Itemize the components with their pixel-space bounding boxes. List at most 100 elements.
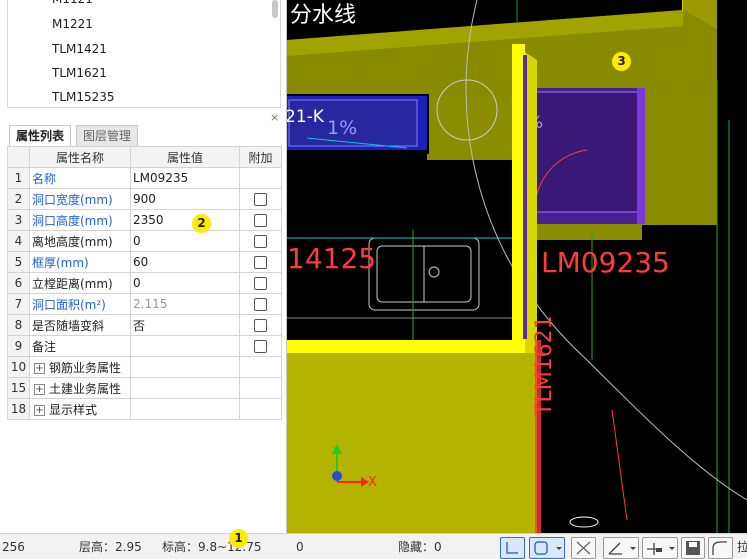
extra-checkbox[interactable] — [254, 193, 267, 206]
group-label: 显示样式 — [49, 402, 98, 417]
extra-cell — [239, 272, 282, 294]
status-tail: 拉 — [737, 540, 747, 554]
marker-1: 1 — [229, 529, 248, 548]
extra-checkbox[interactable] — [254, 277, 267, 290]
tab-properties[interactable]: 属性列表 — [9, 125, 72, 148]
table-row[interactable]: 8 是否随墙变斜否 — [7, 314, 282, 336]
zero-count: 0 — [296, 540, 304, 554]
property-value[interactable]: 否 — [130, 314, 240, 336]
snap-toggle[interactable] — [529, 537, 565, 559]
table-row[interactable]: 7 洞口面积(m²) 2.115 — [7, 293, 282, 315]
row-number: 10 — [7, 356, 30, 378]
lower-slab[interactable] — [287, 353, 537, 533]
top-text: 分水线 — [290, 3, 356, 28]
ortho-toggle[interactable] — [500, 537, 525, 559]
list-item[interactable]: TLM15235 — [52, 86, 115, 107]
save-toggle[interactable] — [681, 537, 705, 559]
extra-checkbox[interactable] — [254, 298, 267, 311]
property-grid: 属性名称 属性值 附加 1 名称 LM09235 2 洞口宽度(mm) 900 3 洞口高度(… — [7, 146, 282, 420]
expand-icon[interactable]: + — [34, 404, 45, 416]
selected-wall-horizontal[interactable] — [287, 340, 525, 353]
property-value[interactable] — [130, 356, 240, 378]
row-number: 3 — [7, 209, 30, 231]
axis-y-label: Y — [332, 446, 340, 457]
extra-checkbox[interactable] — [254, 319, 267, 332]
vertical-label: TLM1621 — [532, 315, 557, 417]
extra-checkbox[interactable] — [254, 214, 267, 227]
property-value[interactable]: 60 — [130, 251, 240, 273]
tab-layers[interactable]: 图层管理 — [76, 125, 139, 147]
marker-2: 2 — [192, 214, 211, 233]
dimension-toggle[interactable] — [642, 537, 678, 559]
property-name: 洞口面积(m²) — [29, 293, 131, 315]
list-scrollbar[interactable] — [272, 0, 278, 18]
table-row[interactable]: 3 洞口高度(mm) 2350 — [7, 209, 282, 231]
property-value[interactable]: 900 — [130, 188, 240, 210]
row-number: 6 — [7, 272, 30, 294]
row-number: 15 — [7, 377, 30, 399]
extra-cell — [239, 167, 282, 189]
property-value[interactable]: 2350 — [130, 209, 240, 231]
angle-toggle[interactable] — [603, 537, 639, 559]
extra-cell — [239, 356, 282, 378]
property-group[interactable]: + 土建业务属性 — [29, 377, 131, 399]
extra-cell — [239, 251, 282, 273]
table-row[interactable]: 10 + 钢筋业务属性 — [7, 356, 282, 378]
extra-checkbox[interactable] — [254, 256, 267, 269]
drawing[interactable]: 21-K 1% % 分水线 14 — [287, 0, 747, 533]
property-name: 是否随墙变斜 — [29, 314, 131, 336]
property-value[interactable] — [130, 398, 240, 420]
group-label: 土建业务属性 — [49, 381, 122, 396]
purple-edge — [637, 88, 645, 224]
extra-cell — [239, 377, 282, 399]
table-row[interactable]: 6 立樘距离(mm) 0 — [7, 272, 282, 294]
extra-cell — [239, 314, 282, 336]
table-row[interactable]: 5 框厚(mm) 60 — [7, 251, 282, 273]
list-item[interactable]: M1221 — [52, 13, 93, 35]
property-value[interactable]: LM09235 — [130, 167, 240, 189]
table-row[interactable]: 9 备注 — [7, 335, 282, 357]
property-group[interactable]: + 显示样式 — [29, 398, 131, 420]
extra-checkbox[interactable] — [254, 340, 267, 353]
list-item[interactable]: M1121 — [52, 0, 93, 10]
floor-height: 层高：2.95 — [79, 540, 142, 554]
slope-left: 1% — [327, 117, 357, 139]
table-row[interactable]: 4 离地高度(mm) 0 — [7, 230, 282, 252]
property-name: 立樘距离(mm) — [29, 272, 131, 294]
header-extra: 附加 — [239, 146, 282, 168]
table-row[interactable]: 15 + 土建业务属性 — [7, 377, 282, 399]
property-value[interactable] — [130, 377, 240, 399]
curve-icon — [712, 541, 727, 555]
table-row[interactable]: 2 洞口宽度(mm) 900 — [7, 188, 282, 210]
curve-toggle[interactable] — [708, 537, 733, 559]
property-value[interactable]: 0 — [130, 272, 240, 294]
extra-cell — [239, 209, 282, 231]
table-row[interactable]: 18 + 显示样式 — [7, 398, 282, 420]
marker-3: 3 — [612, 52, 631, 71]
close-icon[interactable]: × — [270, 112, 279, 124]
extra-checkbox[interactable] — [254, 235, 267, 248]
sink-ellipse — [569, 516, 599, 528]
property-value[interactable]: 2.115 — [130, 293, 240, 315]
expand-icon[interactable]: + — [34, 362, 45, 374]
property-value[interactable]: 0 — [130, 230, 240, 252]
coordinate-readout: 256 — [2, 540, 25, 554]
property-name: 备注 — [29, 335, 131, 357]
group-label: 钢筋业务属性 — [49, 360, 122, 375]
row-number: 9 — [7, 335, 30, 357]
cross-icon — [576, 541, 591, 555]
list-item[interactable]: TLM1621 — [52, 62, 107, 84]
property-value[interactable] — [130, 335, 240, 357]
table-row[interactable]: 1 名称 LM09235 — [7, 167, 282, 189]
list-item[interactable]: TLM1421 — [52, 38, 107, 60]
hidden-count: 隐藏：0 — [398, 540, 442, 554]
cad-canvas[interactable]: 21-K 1% % 分水线 14 — [287, 0, 747, 533]
extra-cell — [239, 398, 282, 420]
component-list[interactable]: M1121 M1221 TLM1421 TLM1621 TLM15235 — [7, 0, 281, 108]
z-axis-dot — [332, 471, 342, 481]
property-group[interactable]: + 钢筋业务属性 — [29, 356, 131, 378]
wall-purple-edge — [523, 55, 527, 339]
expand-icon[interactable]: + — [34, 383, 45, 395]
property-name: 洞口宽度(mm) — [29, 188, 131, 210]
cross-toggle[interactable] — [571, 537, 596, 559]
